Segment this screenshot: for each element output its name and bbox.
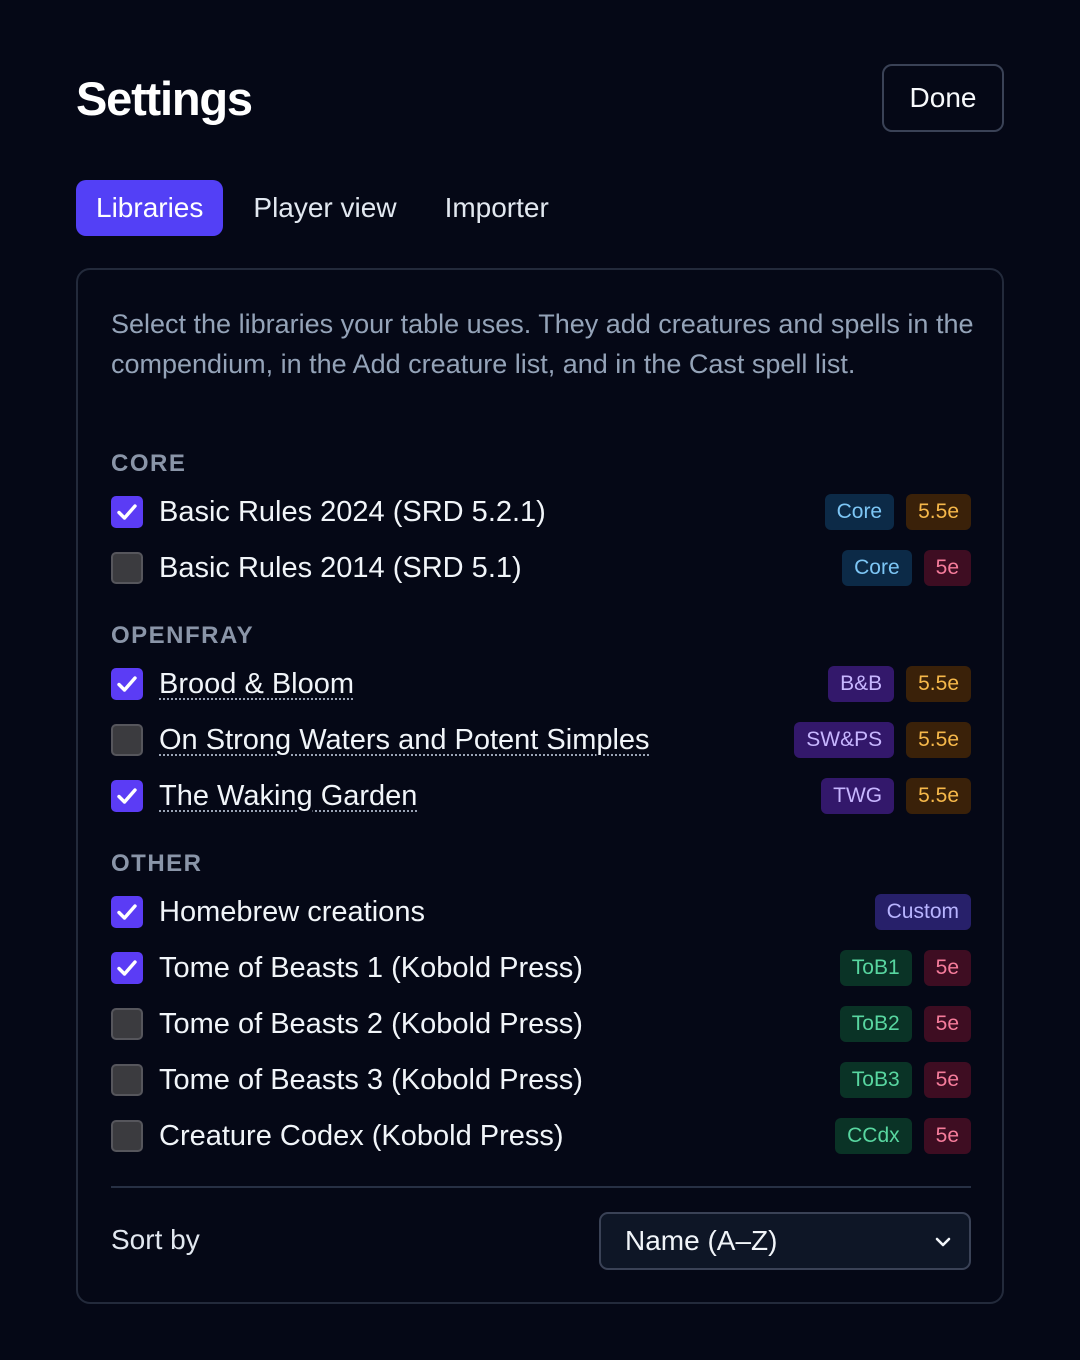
- done-button[interactable]: Done: [882, 64, 1004, 132]
- badge-edition: 5.5e: [906, 778, 971, 814]
- library-checkbox[interactable]: [111, 1064, 143, 1096]
- library-label: Tome of Beasts 1 (Kobold Press): [159, 951, 583, 984]
- badge-edition: 5e: [923, 1118, 971, 1154]
- library-label: Creature Codex (Kobold Press): [159, 1119, 564, 1152]
- library-label: Tome of Beasts 2 (Kobold Press): [159, 1007, 583, 1040]
- tab-importer[interactable]: Importer: [425, 180, 569, 236]
- badge-tag: B&B: [828, 666, 895, 702]
- check-icon: [117, 788, 137, 804]
- library-checkbox[interactable]: [111, 952, 143, 984]
- library-badges: ToB2 5e: [839, 1006, 971, 1042]
- badge-tag: SW&PS: [794, 722, 895, 758]
- library-row: Tome of Beasts 1 (Kobold Press) ToB1 5e: [111, 948, 971, 988]
- badge-tag: ToB3: [839, 1062, 912, 1098]
- tab-player-view[interactable]: Player view: [233, 180, 416, 236]
- section-heading-other: OTHER: [111, 850, 203, 877]
- badge-tag: Custom: [874, 894, 971, 930]
- library-label: Basic Rules 2014 (SRD 5.1): [159, 551, 522, 584]
- library-badges: Core 5e: [842, 550, 971, 586]
- library-checkbox[interactable]: [111, 896, 143, 928]
- badge-edition: 5e: [923, 550, 971, 586]
- library-row: Basic Rules 2014 (SRD 5.1) Core 5e: [111, 548, 971, 588]
- check-icon: [117, 504, 137, 520]
- sort-selected-value: Name (A–Z): [625, 1225, 778, 1256]
- library-badges: SW&PS 5.5e: [794, 722, 971, 758]
- sort-select[interactable]: Name (A–Z): [599, 1212, 971, 1270]
- library-badges: CCdx 5e: [835, 1118, 971, 1154]
- library-checkbox[interactable]: [111, 780, 143, 812]
- badge-tag: Core: [824, 494, 895, 530]
- library-link[interactable]: On Strong Waters and Potent Simples: [159, 724, 650, 757]
- library-badges: Core 5.5e: [824, 494, 971, 530]
- badge-tag: CCdx: [835, 1118, 912, 1154]
- badge-tag: ToB1: [839, 950, 912, 986]
- badge-tag: TWG: [821, 778, 895, 814]
- library-row: Brood & Bloom B&B 5.5e: [111, 664, 971, 704]
- library-badges: Custom: [874, 894, 971, 930]
- settings-page: Settings Done Libraries Player view Impo…: [0, 0, 1080, 1360]
- badge-edition: 5.5e: [906, 666, 971, 702]
- libraries-panel: Select the libraries your table uses. Th…: [76, 268, 1004, 1304]
- library-row: Tome of Beasts 2 (Kobold Press) ToB2 5e: [111, 1004, 971, 1044]
- library-badges: B&B 5.5e: [828, 666, 971, 702]
- libraries-description: Select the libraries your table uses. Th…: [111, 309, 974, 379]
- library-checkbox[interactable]: [111, 1008, 143, 1040]
- badge-edition: 5e: [923, 1006, 971, 1042]
- badge-tag: Core: [842, 550, 912, 586]
- chevron-down-icon: [935, 1237, 951, 1247]
- sort-label: Sort by: [111, 1224, 200, 1255]
- library-label: Basic Rules 2024 (SRD 5.2.1): [159, 495, 546, 528]
- section-heading-openfray: OPENFRAY: [111, 622, 255, 649]
- badge-edition: 5.5e: [906, 722, 971, 758]
- check-icon: [117, 960, 137, 976]
- library-row: The Waking Garden TWG 5.5e: [111, 776, 971, 816]
- badge-edition: 5.5e: [906, 494, 971, 530]
- library-checkbox[interactable]: [111, 1120, 143, 1152]
- library-label: Homebrew creations: [159, 895, 425, 928]
- check-icon: [117, 676, 137, 692]
- badge-edition: 5e: [923, 1062, 971, 1098]
- library-link[interactable]: The Waking Garden: [159, 780, 417, 813]
- library-badges: ToB3 5e: [839, 1062, 971, 1098]
- library-row: Tome of Beasts 3 (Kobold Press) ToB3 5e: [111, 1060, 971, 1100]
- library-label: Tome of Beasts 3 (Kobold Press): [159, 1063, 583, 1096]
- library-row: Creature Codex (Kobold Press) CCdx 5e: [111, 1116, 971, 1156]
- library-badges: ToB1 5e: [839, 950, 971, 986]
- tab-libraries[interactable]: Libraries: [76, 180, 224, 236]
- library-checkbox[interactable]: [111, 496, 143, 528]
- library-badges: TWG 5.5e: [821, 778, 971, 814]
- library-link[interactable]: Brood & Bloom: [159, 668, 354, 701]
- page-title: Settings: [76, 72, 253, 125]
- library-checkbox[interactable]: [111, 552, 143, 584]
- tab-bar: Libraries Player view Importer: [76, 180, 569, 236]
- divider: [111, 1186, 971, 1188]
- badge-edition: 5e: [923, 950, 971, 986]
- library-checkbox[interactable]: [111, 668, 143, 700]
- library-row: Basic Rules 2024 (SRD 5.2.1) Core 5.5e: [111, 492, 971, 532]
- library-row: On Strong Waters and Potent Simples SW&P…: [111, 720, 971, 760]
- library-checkbox[interactable]: [111, 724, 143, 756]
- badge-tag: ToB2: [839, 1006, 912, 1042]
- library-row: Homebrew creations Custom: [111, 892, 971, 932]
- check-icon: [117, 904, 137, 920]
- section-heading-core: CORE: [111, 450, 187, 477]
